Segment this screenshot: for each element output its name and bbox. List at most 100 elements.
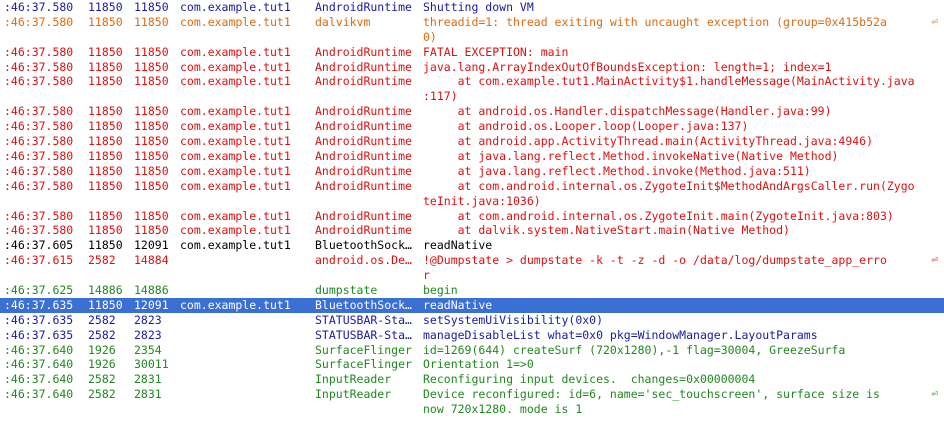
- log-application: com.example.tut1: [180, 134, 291, 149]
- log-tag: AndroidRuntime: [315, 163, 412, 178]
- log-tid: 11850: [134, 163, 169, 178]
- log-application: com.example.tut1: [180, 74, 291, 89]
- log-pid: 11850: [88, 208, 123, 223]
- log-row[interactable]: :46:37.580 11850 11850 com.example.tut1 Andr…: [0, 45, 944, 60]
- log-row[interactable]: :46:37.640 2582 2831 InputReader Reconfiguri…: [0, 372, 944, 387]
- log-pid: 11850: [88, 148, 123, 163]
- log-row[interactable]: :46:37.580 11850 11850 com.example.tut1 Andr…: [0, 119, 944, 134]
- log-tag: InputReader: [315, 372, 392, 387]
- log-row[interactable]: :46:37.580 11850 11850 com.example.tut1 Andr…: [0, 209, 944, 224]
- log-pid: 11850: [88, 238, 123, 253]
- log-tag: SurfaceFlinger: [315, 342, 412, 357]
- log-message-continuation: 0): [423, 29, 437, 44]
- log-pid: 11850: [88, 134, 123, 149]
- log-tid: 11850: [134, 208, 169, 223]
- log-pid: 11850: [88, 59, 123, 74]
- log-row[interactable]: :46:37.635 2582 2823 STATUSBAR-Sta… setSyste…: [0, 313, 944, 328]
- log-tid: 11850: [134, 74, 169, 89]
- log-tag: AndroidRuntime: [315, 148, 412, 163]
- log-time: :46:37.580: [4, 178, 74, 193]
- log-message: manageDisableList what=0x0 pkg=WindowMan…: [423, 327, 818, 342]
- log-message: Shutting down VM: [423, 0, 534, 14]
- log-tid: 12091: [134, 238, 169, 253]
- log-row[interactable]: :46:37.640 1926 30011 SurfaceFlinger Orienta…: [0, 357, 944, 372]
- log-tag: AndroidRuntime: [315, 208, 412, 223]
- log-message: FATAL EXCEPTION: main: [423, 44, 569, 59]
- log-tid: 11850: [134, 223, 169, 238]
- log-time: :46:37.640: [4, 357, 74, 372]
- log-pid: 2582: [88, 253, 116, 268]
- log-time: :46:37.580: [4, 208, 74, 223]
- log-row[interactable]: :46:37.580 11850 11850 com.example.tut1 Andr…: [0, 223, 944, 238]
- log-tid: 2823: [134, 327, 162, 342]
- log-tag: InputReader: [315, 387, 392, 402]
- log-row[interactable]: :46:37.580 11850 11850 com.example.tut1 Andr…: [0, 74, 944, 104]
- log-row[interactable]: :46:37.635 2582 2823 STATUSBAR-Sta… manageDi…: [0, 328, 944, 343]
- log-message: at com.android.internal.os.ZygoteInit$Me…: [423, 178, 915, 193]
- log-time: :46:37.580: [4, 119, 74, 134]
- log-row[interactable]: :46:37.605 11850 12091 com.example.tut1 Blue…: [0, 238, 944, 253]
- log-tid: 12091: [134, 297, 169, 312]
- log-pid: 14886: [88, 282, 123, 297]
- log-application: com.example.tut1: [180, 178, 291, 193]
- log-time: :46:37.580: [4, 223, 74, 238]
- log-message: at com.android.internal.os.ZygoteInit.ma…: [423, 208, 894, 223]
- log-application: com.example.tut1: [180, 297, 291, 312]
- log-tid: 14886: [134, 282, 169, 297]
- log-row[interactable]: :46:37.625 14886 14886 dumpstate begin: [0, 283, 944, 298]
- log-message: id=1269(644) createSurf (720x1280),-1 fl…: [423, 342, 846, 357]
- log-pid: 11850: [88, 74, 123, 89]
- log-pid: 11850: [88, 178, 123, 193]
- log-application: com.example.tut1: [180, 148, 291, 163]
- log-time: :46:37.605: [4, 238, 74, 253]
- log-message: at java.lang.reflect.Method.invokeNative…: [423, 148, 839, 163]
- log-message: threadid=1: thread exiting with uncaught…: [423, 14, 887, 29]
- log-row-selected[interactable]: :46:37.635 11850 12091 com.example.tut1 Blue…: [0, 297, 944, 313]
- log-tag: AndroidRuntime: [315, 104, 412, 119]
- log-pid: 2582: [88, 387, 116, 402]
- log-message: at java.lang.reflect.Method.invoke(Metho…: [423, 163, 811, 178]
- log-time: :46:37.580: [4, 134, 74, 149]
- log-pid: 11850: [88, 119, 123, 134]
- log-row[interactable]: :46:37.580 11850 11850 com.example.tut1 Andr…: [0, 179, 944, 209]
- log-row[interactable]: :46:37.580 11850 11850 com.example.tut1 Andr…: [0, 60, 944, 75]
- log-time: :46:37.635: [4, 312, 74, 327]
- log-tid: 2354: [134, 342, 162, 357]
- log-tag: android.os.De…: [315, 253, 412, 268]
- log-message: at dalvik.system.NativeStart.main(Native…: [423, 223, 790, 238]
- log-tag: AndroidRuntime: [315, 119, 412, 134]
- log-row[interactable]: :46:37.580 11850 11850 com.example.tut1 Andr…: [0, 104, 944, 119]
- log-message-continuation: now 720x1280. mode is 1: [423, 402, 583, 417]
- log-pid: 1926: [88, 357, 116, 372]
- log-row[interactable]: :46:37.580 11850 11850 com.example.tut1 Andr…: [0, 164, 944, 179]
- log-message-continuation: :117): [423, 89, 458, 104]
- log-tid: 11850: [134, 148, 169, 163]
- log-row[interactable]: :46:37.615 2582 14884 android.os.De… !@Dumps…: [0, 253, 944, 283]
- log-pid: 11850: [88, 223, 123, 238]
- log-tag: dalvikvm: [315, 14, 371, 29]
- log-message-continuation: teInit.java:1036): [423, 193, 541, 208]
- log-row[interactable]: :46:37.640 1926 2354 SurfaceFlinger id=1269(…: [0, 343, 944, 358]
- log-pid: 2582: [88, 372, 116, 387]
- logcat-table: :46:37.580 11850 11850 com.example.tut1 Andr…: [0, 0, 944, 417]
- line-wrap-icon: ⏎: [931, 387, 938, 401]
- log-tid: 11850: [134, 178, 169, 193]
- log-time: :46:37.625: [4, 282, 74, 297]
- log-row[interactable]: :46:37.580 11850 11850 com.example.tut1 Andr…: [0, 149, 944, 164]
- log-row[interactable]: :46:37.580 11850 11850 com.example.tut1 dalv…: [0, 15, 944, 45]
- log-tag: BluetoothSock…: [315, 238, 412, 253]
- log-row[interactable]: :46:37.640 2582 2831 InputReader Device reco…: [0, 387, 944, 417]
- log-tid: 11850: [134, 14, 169, 29]
- log-message: Reconfiguring input devices. changes=0x0…: [423, 372, 756, 387]
- log-tag: AndroidRuntime: [315, 223, 412, 238]
- log-row[interactable]: :46:37.580 11850 11850 com.example.tut1 Andr…: [0, 134, 944, 149]
- log-pid: 11850: [88, 44, 123, 59]
- log-tid: 11850: [134, 134, 169, 149]
- log-tag: BluetoothSock…: [315, 297, 412, 312]
- log-time: :46:37.635: [4, 327, 74, 342]
- log-application: com.example.tut1: [180, 119, 291, 134]
- log-message: at android.app.ActivityThread.main(Activ…: [423, 134, 874, 149]
- log-row[interactable]: :46:37.580 11850 11850 com.example.tut1 Andr…: [0, 0, 944, 15]
- log-pid: 11850: [88, 14, 123, 29]
- log-time: :46:37.615: [4, 253, 74, 268]
